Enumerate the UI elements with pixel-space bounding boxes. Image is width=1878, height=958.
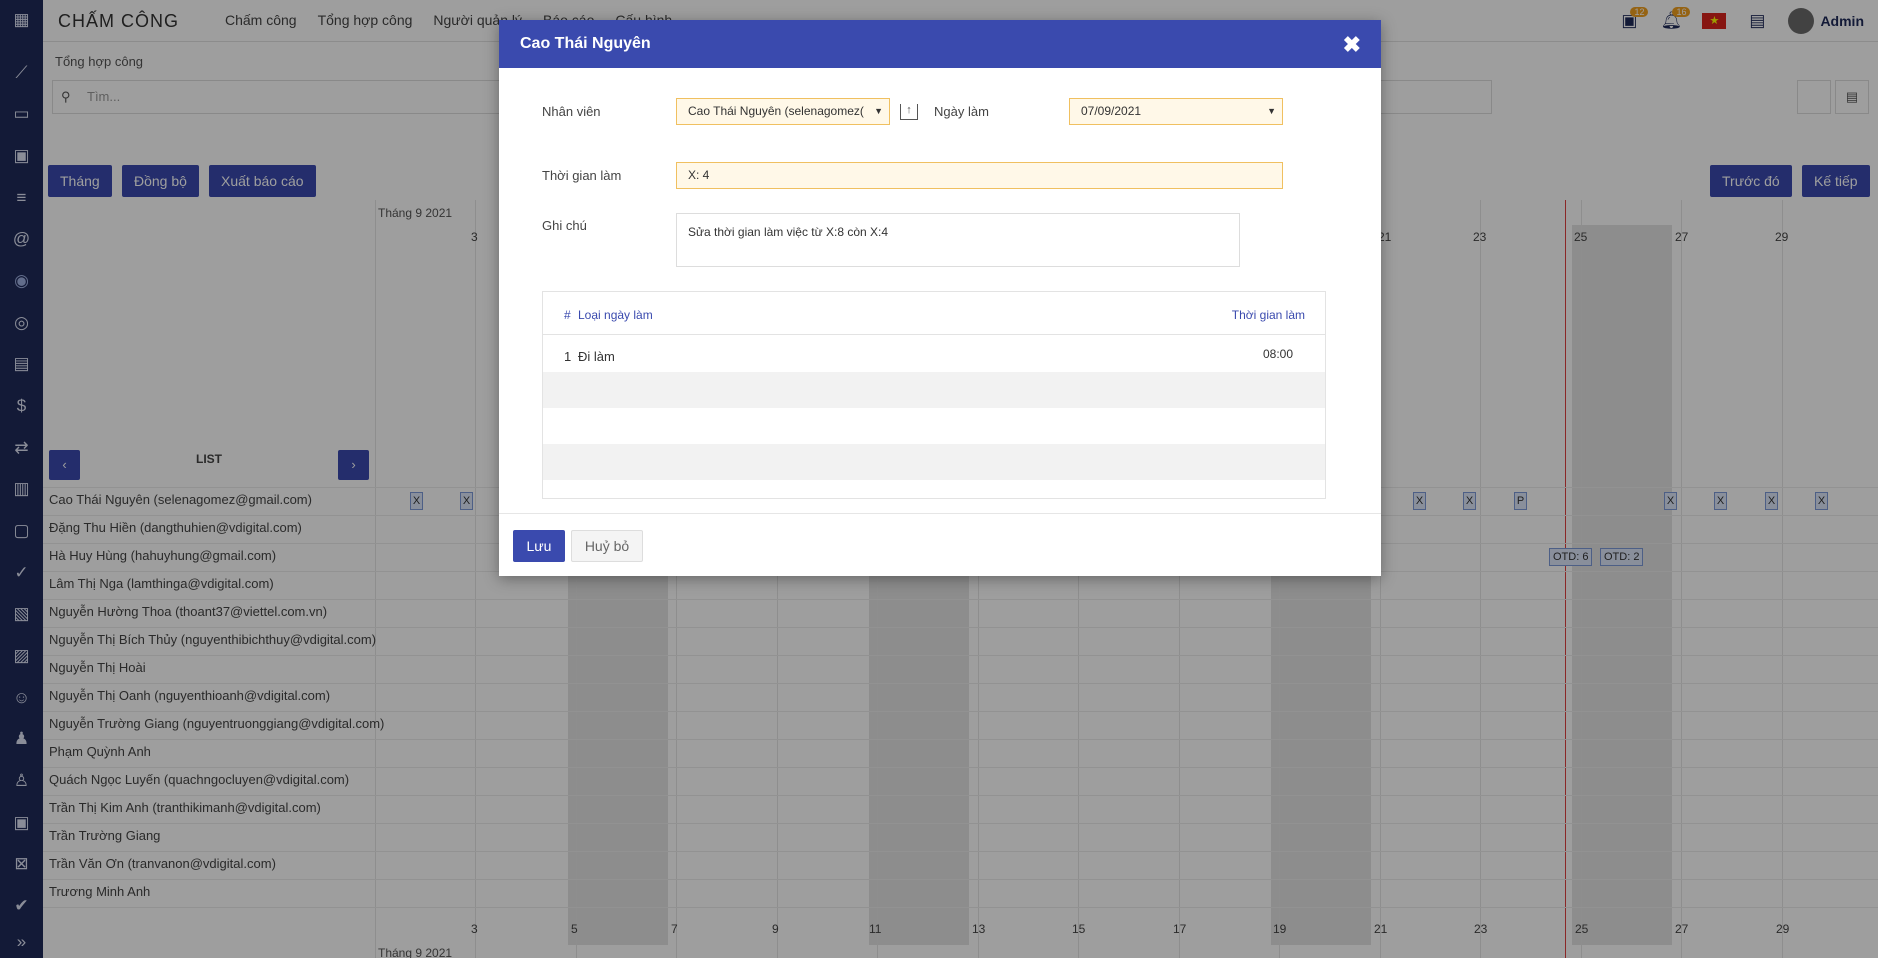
employee-select[interactable]: Cao Thái Nguyên (selenagomez( ▼ — [676, 98, 890, 125]
note-label: Ghi chú — [542, 218, 587, 233]
cancel-button[interactable]: Huỷ bỏ — [571, 530, 643, 562]
date-label: Ngày làm — [934, 104, 989, 119]
modal-title: Cao Thái Nguyên — [520, 35, 651, 52]
work-time-input[interactable]: X: 4 — [676, 162, 1283, 189]
attendance-edit-modal: Cao Thái Nguyên ✖ Nhân viên Cao Thái Ngu… — [499, 20, 1381, 576]
save-button[interactable]: Lưu — [513, 530, 565, 562]
upload-icon[interactable]: ↑ — [900, 104, 918, 120]
chevron-down-icon: ▼ — [874, 106, 883, 116]
empty-row — [543, 408, 1325, 444]
col-index-header: # — [564, 308, 571, 322]
table-header: # Loại ngày làm Thời gian làm — [543, 292, 1325, 335]
close-icon[interactable]: ✖ — [1343, 32, 1361, 58]
modal-footer: Lưu Huỷ bỏ — [499, 513, 1381, 576]
date-select[interactable]: 07/09/2021 ▼ — [1069, 98, 1283, 125]
work-type-table: # Loại ngày làm Thời gian làm 1 Đi làm 0… — [542, 291, 1326, 499]
empty-row — [543, 372, 1325, 408]
col-time-header: Thời gian làm — [1231, 308, 1305, 322]
row-time: 08:00 — [1262, 347, 1293, 361]
chevron-down-icon: ▼ — [1267, 106, 1276, 116]
row-type: Đi làm — [578, 349, 615, 364]
row-index: 1 — [564, 349, 572, 364]
employee-select-value: Cao Thái Nguyên (selenagomez( — [688, 104, 864, 118]
empty-row — [543, 444, 1325, 480]
employee-label: Nhân viên — [542, 104, 601, 119]
modal-header: Cao Thái Nguyên ✖ — [499, 20, 1381, 68]
table-row[interactable]: 1 Đi làm 08:00 — [543, 336, 1325, 372]
date-select-value: 07/09/2021 — [1081, 104, 1142, 118]
note-textarea[interactable]: Sửa thời gian làm việc từ X:8 còn X:4 — [676, 213, 1240, 267]
work-time-label: Thời gian làm — [542, 168, 622, 183]
col-type-header: Loại ngày làm — [578, 308, 653, 322]
